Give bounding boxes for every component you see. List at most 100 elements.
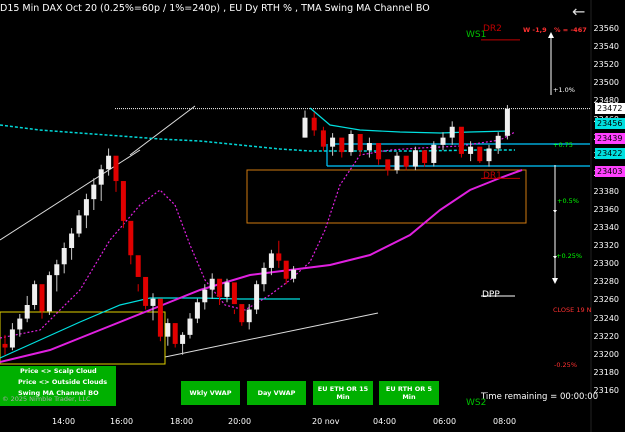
- day-vwap-button[interactable]: Day VWAP: [247, 381, 306, 405]
- candle-body: [283, 260, 289, 279]
- annotation-label: -0.25%: [554, 361, 577, 369]
- candle-body: [412, 150, 418, 167]
- magenta-swing-ma: [0, 169, 523, 363]
- level-label-dr2: DR2: [483, 24, 502, 34]
- trendline-left-upper: [0, 149, 141, 241]
- chart-title: D15 Min DAX Oct 20 (0.25%=60p / 1%=240p)…: [0, 3, 430, 14]
- x-tick-label: 16:00: [110, 417, 134, 426]
- price-tag: 23439: [595, 133, 625, 145]
- candle-body: [239, 304, 245, 323]
- candle-body: [143, 276, 149, 306]
- candle-body: [172, 323, 178, 344]
- candle-body: [302, 117, 308, 138]
- candle-body: [54, 264, 60, 276]
- candle-body: [320, 130, 326, 147]
- y-tick-label: 23340: [593, 223, 619, 233]
- candle-body: [357, 134, 363, 151]
- y-tick-label: 23300: [593, 259, 619, 269]
- candle-body: [69, 233, 75, 248]
- x-tick-label: 06:00: [433, 417, 457, 426]
- candle-body: [32, 284, 38, 305]
- candle-body: [165, 323, 171, 337]
- candle-body: [231, 282, 237, 305]
- candle-body: [330, 137, 336, 147]
- y-tick-label: 23160: [593, 385, 619, 395]
- candle-body: [224, 282, 230, 297]
- annotation-label: +0.25%: [556, 252, 583, 260]
- y-tick-label: 23280: [593, 277, 619, 287]
- candle-body: [449, 126, 455, 138]
- y-tick-label: 23520: [593, 60, 619, 70]
- candle-body: [46, 275, 52, 312]
- legend-outside-clouds: Price <> Outside Clouds: [18, 378, 108, 386]
- y-tick-label: 23320: [593, 241, 619, 251]
- copyright-watermark: © 2025 Nimble Trader, LLC: [2, 395, 91, 403]
- candle-body: [61, 248, 67, 265]
- y-tick-label: 23240: [593, 313, 619, 323]
- wkly-vwap-button[interactable]: Wkly VWAP: [181, 381, 240, 405]
- arrow-marker-0: [553, 210, 557, 213]
- arrow-down-head: [552, 278, 558, 284]
- candle-body: [394, 155, 400, 171]
- candle-body: [495, 135, 501, 149]
- y-tick-label: 23260: [593, 295, 619, 305]
- candle-body: [339, 137, 345, 153]
- level-label-dr1: DR1: [483, 171, 502, 181]
- candle-body: [128, 220, 134, 256]
- candle-body: [2, 343, 8, 348]
- candle-body: [113, 155, 119, 182]
- candle-body: [291, 269, 297, 279]
- y-tick-label: 23540: [593, 42, 619, 52]
- candle-body: [157, 298, 163, 337]
- annotation-label: +0.5%: [557, 197, 579, 205]
- price-tag: 23472: [595, 103, 625, 115]
- candle-body: [217, 278, 223, 297]
- candle-body: [261, 267, 267, 285]
- candle-body: [39, 284, 45, 312]
- trendline-left-upper2: [129, 105, 196, 156]
- candle-body: [24, 305, 30, 319]
- candle-body: [486, 148, 492, 162]
- level-label-ws2: WS2: [466, 398, 487, 408]
- x-tick-label: 08:00: [493, 417, 517, 426]
- candle-body: [403, 155, 409, 167]
- eu-rth-or-button[interactable]: EU RTH OR 5 Min: [379, 381, 439, 405]
- candle-body: [91, 184, 97, 200]
- candle-body: [120, 181, 126, 221]
- candle-body: [422, 150, 428, 163]
- price-tag: 23456: [595, 117, 625, 129]
- price-tag: 23422: [595, 148, 625, 160]
- candle-body: [209, 278, 215, 290]
- candle-body: [202, 289, 208, 303]
- candle-body: [9, 329, 15, 348]
- candle-body: [431, 144, 437, 163]
- candle-body: [106, 155, 112, 170]
- y-tick-label: 23200: [593, 349, 619, 359]
- back-arrow-icon[interactable]: ←: [572, 2, 585, 21]
- x-tick-label: 18:00: [170, 417, 194, 426]
- annotation-label: +0.75: [553, 141, 573, 149]
- candle-body: [194, 302, 200, 319]
- candle-body: [150, 298, 156, 306]
- candle-body: [311, 117, 317, 131]
- cyan-channel-line: [309, 107, 511, 134]
- legend-scalp-cloud: Price <> Scalp Cloud: [20, 367, 97, 375]
- price-tag: 23403: [595, 165, 625, 177]
- annotation-label: +1.0%: [553, 86, 575, 94]
- annotation-label: W -1,9: [523, 26, 547, 34]
- candle-body: [268, 253, 274, 268]
- candle-body: [477, 146, 483, 162]
- x-tick-label: 04:00: [373, 417, 397, 426]
- x-tick-label: 14:00: [52, 417, 76, 426]
- candle-body: [135, 255, 141, 277]
- y-tick-label: 23560: [593, 24, 619, 34]
- level-label-dpp: DPP: [482, 290, 500, 300]
- time-remaining: Time remaining = 00:00:00: [481, 392, 599, 402]
- candle-body: [440, 137, 446, 145]
- candle-body: [254, 284, 260, 310]
- x-tick-label: 20 nov: [312, 417, 340, 426]
- candle-body: [83, 199, 89, 216]
- candle-body: [187, 318, 193, 335]
- candle-body: [366, 143, 372, 151]
- eu-eth-or-button[interactable]: EU ETH OR 15 Min: [313, 381, 373, 405]
